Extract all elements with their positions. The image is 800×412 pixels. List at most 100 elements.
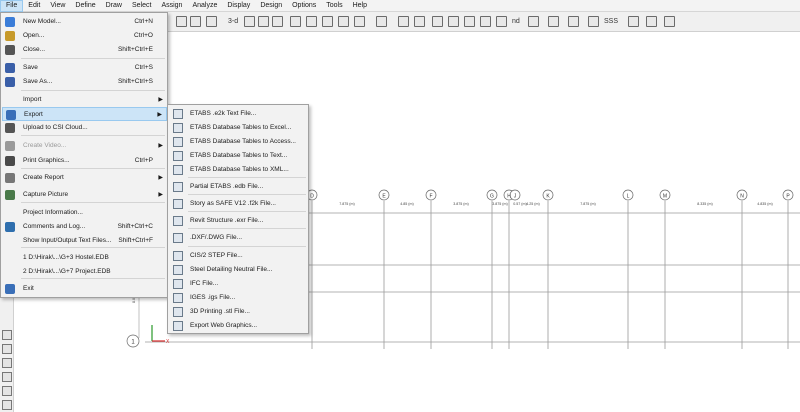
export-menu-item-label: CIS/2 STEP File... — [190, 252, 243, 259]
view-options-icon[interactable] — [354, 16, 365, 27]
draw-dimension-icon[interactable] — [664, 16, 675, 27]
grid-dimension-label: 7.875 (m) — [339, 202, 354, 206]
menu-file[interactable]: File — [0, 0, 24, 12]
export-menu-item[interactable]: Export Web Graphics... — [169, 319, 308, 333]
menu-assign[interactable]: Assign — [156, 0, 187, 12]
menu-separator — [21, 135, 165, 136]
sss-label[interactable]: SSS — [604, 16, 618, 27]
menu-display[interactable]: Display — [222, 0, 255, 12]
grid-dimension-label: 0.57 (m) — [513, 202, 526, 206]
elevation-view-icon[interactable] — [258, 16, 269, 27]
save-icon — [5, 63, 15, 73]
file-menu-item[interactable]: 2 D:\Hirak\...\G+7 Project.EDB — [2, 265, 167, 279]
object-shrink-icon[interactable] — [322, 16, 333, 27]
export-menu-item-label: 3D Printing .stl File... — [190, 308, 250, 315]
export-menu-item-label: .DXF/.DWG File... — [190, 234, 242, 241]
file-menu-item[interactable]: Close... Shift+Ctrl+E — [2, 43, 167, 57]
nd-label[interactable]: nd — [512, 16, 520, 27]
section-icon[interactable] — [528, 16, 539, 27]
file-menu-item[interactable]: Print Graphics... Ctrl+P — [2, 154, 167, 168]
draw-beam-icon[interactable] — [464, 16, 475, 27]
menu-design[interactable]: Design — [255, 0, 287, 12]
draw-joint-icon[interactable] — [432, 16, 443, 27]
file-menu-item[interactable]: Capture Picture ▶ — [2, 188, 167, 202]
export-menu-item[interactable]: IFC File... — [169, 277, 308, 291]
menu-help[interactable]: Help — [348, 0, 372, 12]
menu-select[interactable]: Select — [127, 0, 156, 12]
submenu-arrow-icon: ▶ — [158, 192, 163, 198]
refresh-icon[interactable] — [206, 16, 217, 27]
snap-intersection-icon[interactable] — [2, 358, 12, 368]
set-display-icon[interactable] — [338, 16, 349, 27]
export-menu-item[interactable]: IGES .igs File... — [169, 291, 308, 305]
export-menu-item[interactable]: ETABS Database Tables to Excel... — [169, 121, 308, 135]
file-menu-item[interactable]: Show Input/Output Text Files... Shift+Ctr… — [2, 234, 167, 248]
draw-frame-icon[interactable] — [448, 16, 459, 27]
file-menu-item[interactable]: New Model... Ctrl+N — [2, 15, 167, 29]
file-menu-item[interactable]: Upload to CSI Cloud... — [2, 121, 167, 135]
export-menu-item[interactable]: ETABS .e2k Text File... — [169, 107, 308, 121]
export-file-icon — [173, 279, 183, 289]
file-menu-item[interactable]: Project Information... — [2, 206, 167, 220]
menu-separator — [21, 58, 165, 59]
rotate-icon[interactable] — [272, 16, 283, 27]
undo-icon[interactable] — [176, 16, 187, 27]
draw-brace-icon[interactable] — [480, 16, 491, 27]
export-menu-item[interactable]: .DXF/.DWG File... — [169, 231, 308, 245]
export-menu-item[interactable]: 3D Printing .stl File... — [169, 305, 308, 319]
file-menu-item[interactable]: Create Report ▶ — [2, 171, 167, 185]
grid-bubble-label: G — [490, 194, 494, 200]
menu-separator — [21, 168, 165, 169]
menu-view[interactable]: View — [45, 0, 70, 12]
file-menu-item[interactable]: Comments and Log... Shift+Ctrl+C — [2, 220, 167, 234]
draw-opening-icon[interactable] — [588, 16, 599, 27]
file-menu-item[interactable]: Import ▶ — [2, 93, 167, 107]
export-file-icon — [173, 165, 183, 175]
menu-edit[interactable]: Edit — [23, 0, 45, 12]
draw-tendon-icon[interactable] — [646, 16, 657, 27]
box-view-icon[interactable] — [376, 16, 387, 27]
grid-dimension-label: 8.335 (m) — [697, 202, 712, 206]
file-menu-item[interactable]: Save Ctrl+S — [2, 61, 167, 75]
plan-view-icon[interactable] — [244, 16, 255, 27]
draw-floor-icon[interactable] — [568, 16, 579, 27]
reshape-icon[interactable] — [414, 16, 425, 27]
file-menu-item[interactable]: Exit — [2, 282, 167, 296]
menu-draw[interactable]: Draw — [101, 0, 127, 12]
file-menu-item[interactable]: Save As... Shift+Ctrl+S — [2, 75, 167, 89]
snap-perpendicular-icon[interactable] — [2, 372, 12, 382]
file-menu-item-shortcut: Ctrl+N — [134, 18, 153, 25]
draw-column-icon[interactable] — [496, 16, 507, 27]
select-pointer-icon[interactable] — [398, 16, 409, 27]
file-menu-item[interactable]: Export ▶ — [2, 107, 167, 121]
grid-dimension-label: 4.835 (m) — [757, 202, 772, 206]
file-menu-item: Create Video... ▶ — [2, 139, 167, 153]
export-menu-item[interactable]: Story as SAFE V12 .f2k File... — [169, 197, 308, 211]
export-menu-item[interactable]: ETABS Database Tables to XML... — [169, 163, 308, 177]
export-menu-item[interactable]: ETABS Database Tables to Access... — [169, 135, 308, 149]
view-3d-button[interactable]: 3-d — [228, 16, 238, 27]
grid-dimension-label: 4.25 (m) — [526, 202, 539, 206]
perspective-icon[interactable] — [290, 16, 301, 27]
snap-midpoint-icon[interactable] — [2, 344, 12, 354]
draw-wall-icon[interactable] — [548, 16, 559, 27]
file-menu-item[interactable]: Open... Ctrl+O — [2, 29, 167, 43]
export-menu-item[interactable]: CIS/2 STEP File... — [169, 249, 308, 263]
snap-grid-icon[interactable] — [2, 386, 12, 396]
file-menu-item-label: Project Information... — [23, 209, 83, 216]
pan-icon[interactable] — [306, 16, 317, 27]
file-menu-item[interactable]: 1 D:\Hirak\...\G+3 Hostel.EDB — [2, 251, 167, 265]
menu-define[interactable]: Define — [70, 0, 100, 12]
draw-link-icon[interactable] — [628, 16, 639, 27]
export-menu-item[interactable]: Partial ETABS .edb File... — [169, 180, 308, 194]
menu-tools[interactable]: Tools — [321, 0, 347, 12]
export-menu-item[interactable]: Steel Detailing Neutral File... — [169, 263, 308, 277]
export-menu-item[interactable]: Revit Structure .exr File... — [169, 214, 308, 228]
redo-icon[interactable] — [190, 16, 201, 27]
submenu-separator — [188, 228, 306, 229]
snap-point-icon[interactable] — [2, 400, 12, 410]
menu-analyze[interactable]: Analyze — [187, 0, 222, 12]
export-menu-item[interactable]: ETABS Database Tables to Text... — [169, 149, 308, 163]
menu-options[interactable]: Options — [287, 0, 321, 12]
snap-icon[interactable] — [2, 330, 12, 340]
